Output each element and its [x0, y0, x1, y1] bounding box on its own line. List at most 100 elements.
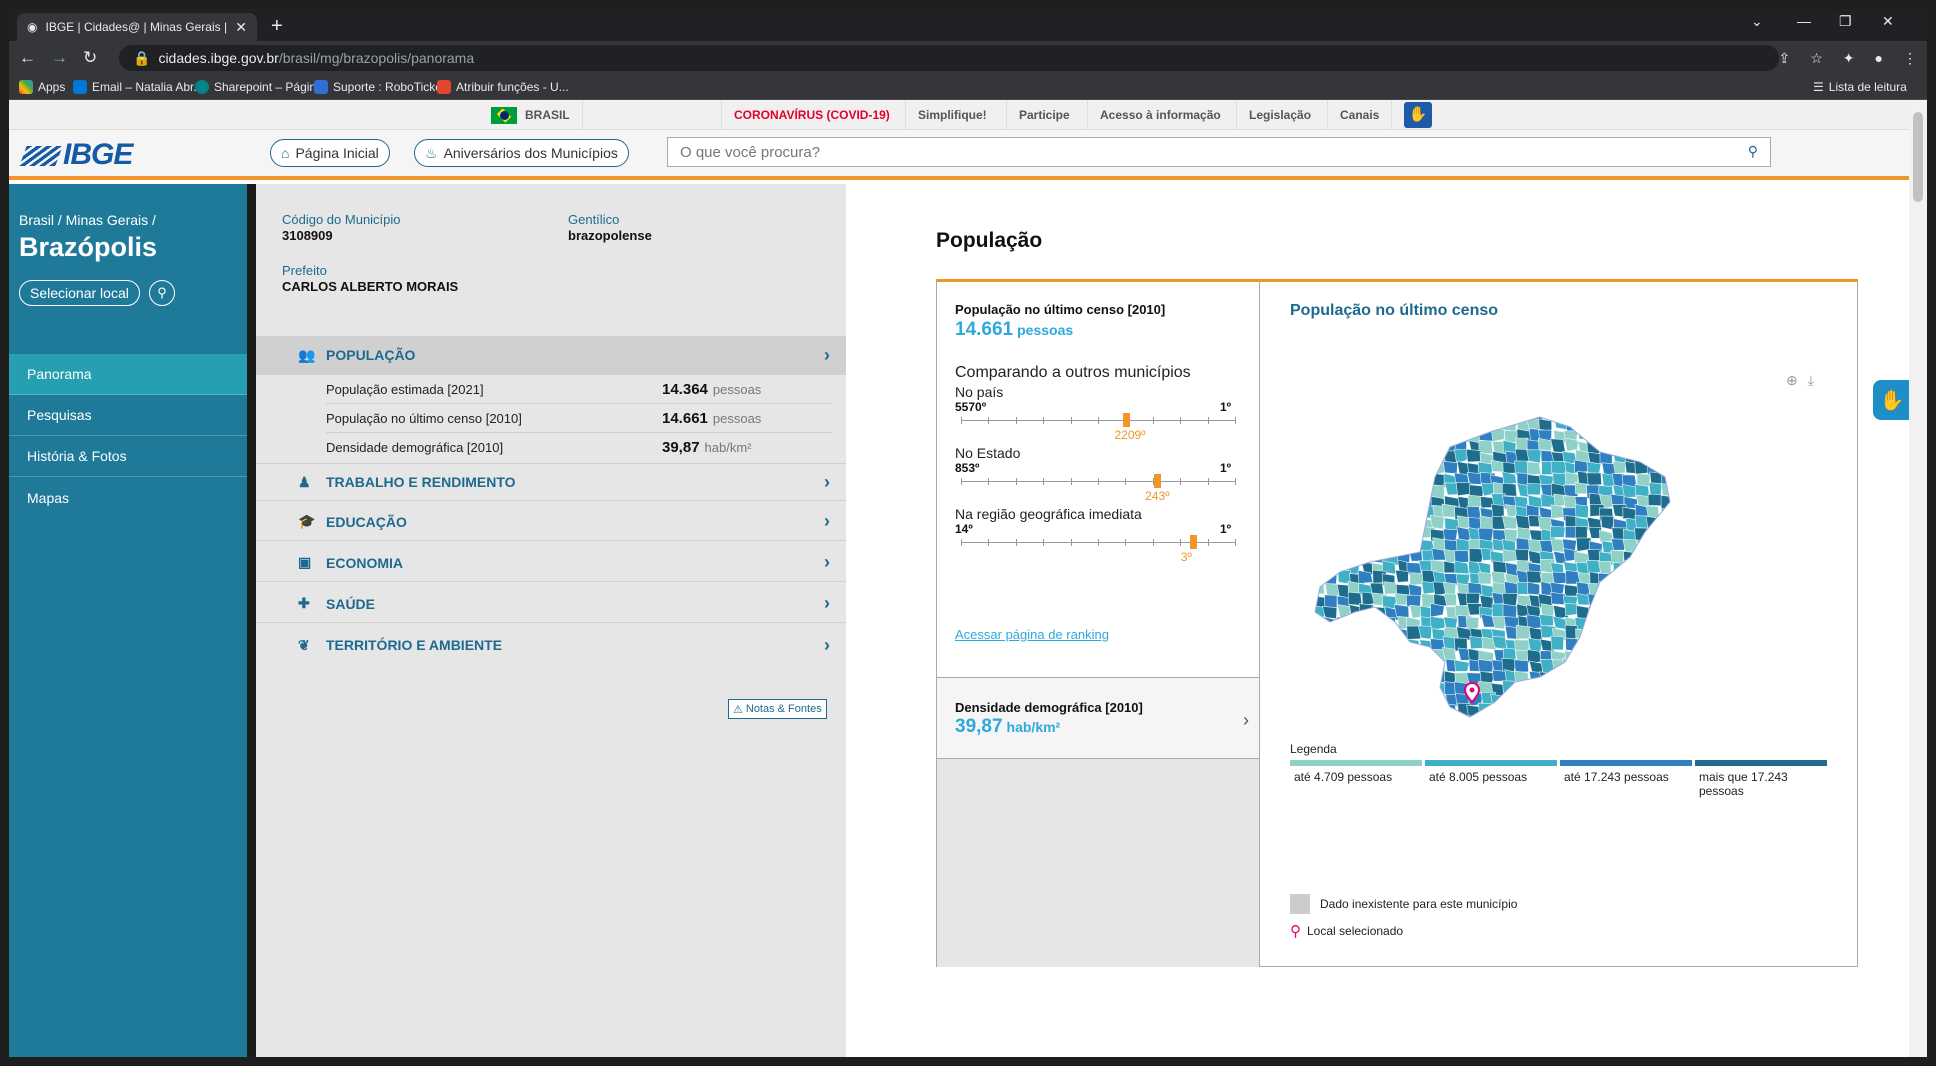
map-municipality	[1315, 539, 1325, 555]
brasil-link[interactable]: BRASIL	[479, 100, 583, 130]
map-municipality	[1405, 638, 1420, 653]
map-municipality	[1646, 671, 1661, 687]
map-municipality	[1358, 671, 1374, 685]
browser-tab[interactable]: ◉ IBGE | Cidades@ | Minas Gerais | ✕	[17, 13, 257, 41]
map-municipality	[1515, 514, 1530, 530]
map-municipality	[1698, 519, 1712, 532]
bookmark-apps[interactable]: Apps	[19, 80, 65, 94]
close-window-button[interactable]: ✕	[1882, 13, 1894, 30]
legislacao-link[interactable]: Legislação	[1236, 100, 1323, 130]
minas-gerais-map[interactable]	[1300, 407, 1720, 727]
section-territorio[interactable]: ❦ TERRITÓRIO E AMBIENTE ›	[256, 626, 846, 664]
covid-link[interactable]: CORONAVÍRUS (COVID-19)	[721, 100, 902, 130]
map-municipality	[1489, 705, 1506, 717]
map-municipality	[1659, 516, 1670, 529]
map-municipality	[1635, 703, 1649, 717]
notes-button[interactable]: ⚠ Notas & Fontes	[728, 699, 827, 719]
tab-search-icon[interactable]: ⌄	[1751, 13, 1763, 30]
canais-link[interactable]: Canais	[1327, 100, 1393, 130]
scrollbar-thumb[interactable]	[1913, 112, 1923, 202]
section-economia[interactable]: ▣ ECONOMIA ›	[256, 544, 846, 582]
map-municipality	[1625, 615, 1640, 630]
map-municipality	[1429, 659, 1446, 674]
new-tab-button[interactable]: +	[271, 15, 283, 38]
map-municipality	[1315, 705, 1316, 717]
aniversarios-button[interactable]: ♨ Aniversários dos Municípios	[414, 139, 629, 167]
map-municipality	[1660, 550, 1670, 566]
apps-icon	[19, 80, 33, 94]
density-box[interactable]: Densidade demográfica [2010] 39,87 hab/km…	[937, 677, 1259, 759]
simplifique-link[interactable]: Simplifique!	[905, 100, 999, 130]
sidebar-item-panorama[interactable]: Panorama	[9, 354, 247, 395]
people-icon: 👥	[298, 346, 316, 363]
map-municipality	[1635, 559, 1650, 573]
location-pin-icon[interactable]: ⚲	[149, 280, 175, 306]
url-field[interactable]: 🔒 cidades.ibge.gov.br /brasil/mg/brazopo…	[119, 45, 1779, 71]
participe-link[interactable]: Participe	[1006, 100, 1082, 130]
map-municipality	[1674, 461, 1688, 473]
section-saude[interactable]: ✚ SAÚDE ›	[256, 585, 846, 623]
ranking-tick	[1015, 539, 1017, 546]
map-tools: ⊕ ⤓	[1786, 372, 1814, 389]
close-tab-icon[interactable]: ✕	[235, 19, 247, 36]
bookmark-atribuir[interactable]: Atribuir funções - U...	[437, 80, 569, 94]
search-input[interactable]: O que você procura? ⚲	[667, 137, 1771, 167]
bookmark-email[interactable]: Email – Natalia Abr...	[73, 80, 203, 94]
section-educacao[interactable]: 🎓 EDUCAÇÃO ›	[256, 503, 846, 541]
map-municipality	[1637, 657, 1652, 672]
ranking-tick	[1207, 478, 1209, 485]
restore-button[interactable]: ❐	[1839, 13, 1852, 30]
breadcrumb[interactable]: Brasil / Minas Gerais /	[19, 212, 156, 228]
acesso-link[interactable]: Acesso à informação	[1087, 100, 1233, 130]
ranking-value: 243º	[1145, 489, 1170, 503]
map-municipality	[1323, 559, 1339, 574]
map-municipality	[1672, 441, 1685, 453]
share-icon[interactable]: ⇪	[1779, 50, 1791, 67]
medkit-icon: ✚	[298, 595, 310, 611]
map-municipality	[1300, 508, 1312, 521]
minimize-button[interactable]: —	[1797, 13, 1811, 29]
sidebar-item-mapas[interactable]: Mapas	[9, 477, 247, 518]
map-municipality	[1501, 694, 1518, 709]
map-municipality	[1465, 616, 1480, 631]
ranking-link[interactable]: Acessar página de ranking	[955, 627, 1109, 642]
bookmark-roboticket[interactable]: Suporte : RoboTicket	[314, 80, 445, 94]
libras-icon[interactable]: ✋	[1404, 102, 1432, 128]
map-municipality	[1708, 694, 1720, 707]
forward-icon[interactable]: →	[51, 48, 68, 68]
map-municipality	[1301, 562, 1313, 575]
zoom-in-icon[interactable]: ⊕	[1786, 372, 1798, 389]
select-local-button[interactable]: Selecionar local	[19, 280, 140, 306]
map-municipality	[1334, 693, 1350, 708]
map-municipality	[1419, 714, 1434, 717]
map-municipality	[1682, 419, 1696, 432]
search-icon[interactable]: ⚲	[1748, 143, 1758, 160]
sidebar-item-historia[interactable]: História & Fotos	[9, 436, 247, 477]
bookmark-sharepoint[interactable]: Sharepoint – Págin...	[195, 80, 326, 94]
star-icon[interactable]: ☆	[1810, 50, 1823, 67]
map-municipality	[1637, 614, 1654, 628]
map-municipality	[1405, 429, 1420, 445]
map-municipality	[1539, 614, 1554, 626]
map-municipality	[1336, 495, 1352, 510]
reload-icon[interactable]: ↻	[83, 48, 97, 68]
section-trabalho[interactable]: ♟ TRABALHO E RENDIMENTO ›	[256, 463, 846, 501]
extensions-icon[interactable]: ✦	[1843, 50, 1855, 67]
back-icon[interactable]: ←	[19, 48, 36, 68]
map-municipality	[1337, 657, 1353, 673]
map-municipality	[1432, 439, 1449, 455]
download-icon[interactable]: ⤓	[1808, 372, 1814, 389]
map-municipality	[1672, 594, 1686, 608]
reading-list[interactable]: ☰ Lista de leitura	[1813, 80, 1907, 94]
menu-icon[interactable]: ⋮	[1903, 50, 1917, 67]
map-municipality	[1526, 701, 1541, 716]
section-populacao[interactable]: 👥 POPULAÇÃO ›	[256, 336, 846, 375]
map-municipality	[1385, 646, 1401, 661]
map-municipality	[1695, 725, 1708, 727]
ibge-logo[interactable]: IBGE	[19, 138, 133, 172]
page-scrollbar[interactable]	[1909, 100, 1927, 1057]
profile-icon[interactable]: ●	[1875, 50, 1883, 67]
sidebar-item-pesquisas[interactable]: Pesquisas	[9, 395, 247, 436]
accessibility-hand-icon[interactable]: ✋	[1873, 380, 1911, 420]
home-button[interactable]: ⌂ Página Inicial	[270, 139, 390, 167]
